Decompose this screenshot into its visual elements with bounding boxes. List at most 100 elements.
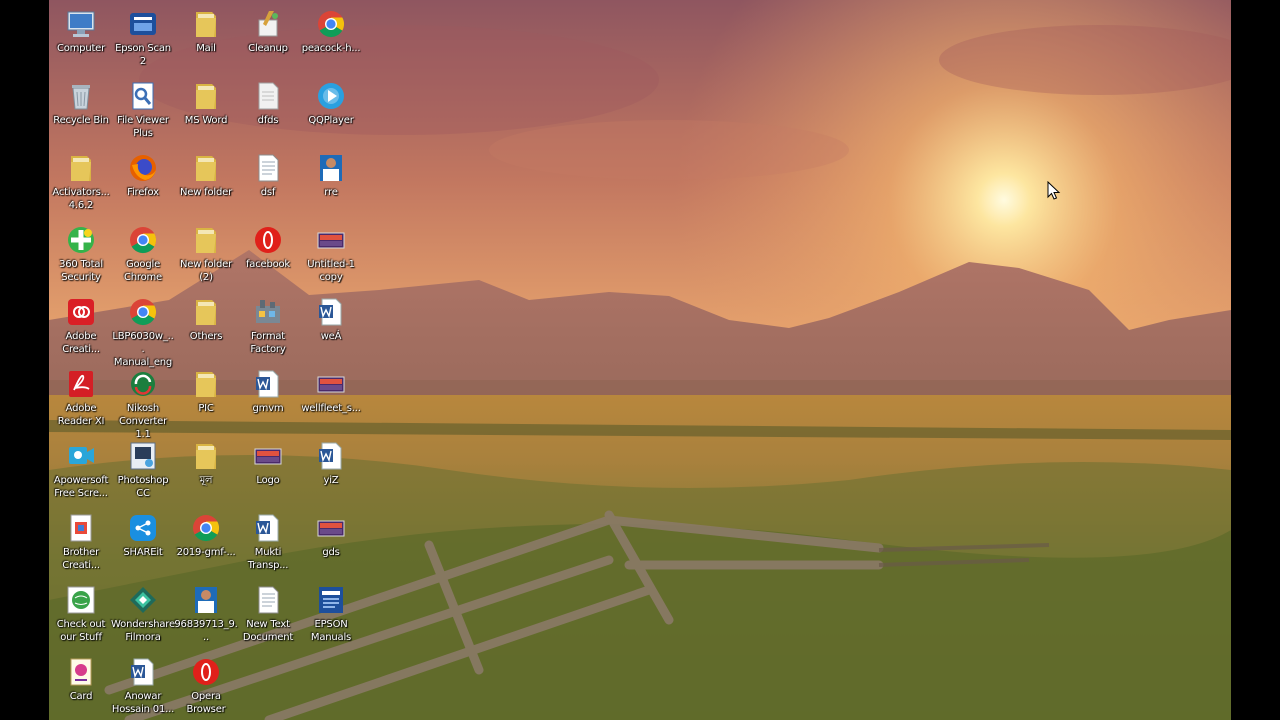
folder-icon [196, 228, 216, 253]
chrome-icon [318, 11, 345, 38]
desktop-shortcut[interactable]: Brother Creati... [49, 510, 113, 580]
desktop-shortcut[interactable]: Check out our Stuff [49, 582, 113, 652]
desktop-shortcut[interactable]: Mukti Transp... [236, 510, 300, 580]
desktop-shortcut[interactable]: Card [49, 654, 113, 720]
folder-icon [196, 372, 216, 397]
desktop-shortcut[interactable]: Mail [174, 6, 238, 76]
adobe-cc-icon [68, 299, 94, 325]
shortcut-label: peacock-h... [301, 43, 361, 54]
shortcut-label: 2019-gmf-... [176, 547, 236, 558]
shortcut-label: facebook [245, 259, 291, 270]
folder-icon [196, 444, 216, 469]
desktop-shortcut[interactable]: New folder [174, 150, 238, 220]
shortcut-label: Mail [196, 43, 216, 54]
image-file-icon [317, 520, 345, 537]
desktop-shortcut[interactable]: Format Factory [236, 294, 300, 364]
desktop-shortcut[interactable]: gmvm [236, 366, 300, 436]
shortcut-label: weÁ [320, 331, 342, 342]
desktop-shortcut[interactable]: Nikosh Converter 1.1 [111, 366, 175, 440]
folder-icon [196, 156, 216, 181]
desktop-shortcut[interactable]: Anowar Hossain 01... [111, 654, 175, 720]
desktop-shortcut[interactable]: Activators... 4.6.2 [49, 150, 113, 220]
photo-icon [195, 587, 217, 613]
opera-icon [255, 227, 281, 253]
shortcut-label: Format Factory [250, 331, 286, 355]
desktop: Computer Epson Scan 2 Mail Cleanup peacock-h… [49, 0, 1231, 720]
desktop-shortcut[interactable]: Apowersoft Free Scre... [49, 438, 113, 508]
shortcut-label: Others [189, 331, 223, 342]
folder-icon [71, 156, 91, 181]
desktop-shortcut[interactable]: facebook [236, 222, 300, 292]
desktop-shortcut[interactable]: Adobe Reader XI [49, 366, 113, 436]
shortcut-label: dsf [260, 187, 276, 198]
desktop-shortcut[interactable]: peacock-h... [299, 6, 363, 76]
card-icon [70, 658, 92, 686]
shortcut-label: Apowersoft Free Scre... [53, 475, 109, 499]
shareit-icon [130, 515, 156, 541]
desktop-shortcut[interactable]: Firefox [111, 150, 175, 220]
shortcut-label: 96839713_9... [174, 619, 238, 643]
desktop-shortcut[interactable]: dsf [236, 150, 300, 220]
shortcut-label: EPSON Manuals [310, 619, 352, 643]
scanner-icon [130, 13, 156, 35]
desktop-shortcut[interactable]: Recycle Bin [49, 78, 113, 148]
desktop-shortcut[interactable]: Cleanup [236, 6, 300, 76]
shortcut-label: yiZ [323, 475, 339, 486]
shortcut-label: Adobe Reader XI [57, 403, 105, 427]
desktop-shortcut[interactable]: File Viewer Plus [111, 78, 175, 148]
chrome-icon [130, 227, 157, 254]
desktop-shortcut[interactable]: New folder (2) [174, 222, 238, 292]
desktop-shortcut[interactable]: Adobe Creati... [49, 294, 113, 364]
firefox-icon [130, 155, 156, 181]
shortcut-label: Firefox [127, 187, 159, 198]
desktop-shortcut[interactable]: gds [299, 510, 363, 580]
desktop-shortcut[interactable]: 360 Total Security [49, 222, 113, 292]
word-doc-icon [256, 514, 279, 542]
chrome-icon [130, 299, 157, 326]
desktop-shortcut[interactable]: Epson Scan 2 [111, 6, 175, 76]
left-letterbox [0, 0, 49, 720]
desktop-shortcut[interactable]: SHAREit [111, 510, 175, 580]
desktop-shortcut[interactable]: Logo [236, 438, 300, 508]
shortcut-label: 360 Total Security [59, 259, 103, 283]
desktop-shortcut[interactable]: LBP6030w_... Manual_eng [111, 294, 175, 368]
desktop-shortcut[interactable]: rre [299, 150, 363, 220]
desktop-shortcut[interactable]: wellfleet_s... [299, 366, 363, 436]
desktop-shortcut[interactable]: weÁ [299, 294, 363, 364]
desktop-shortcut[interactable]: MS Word [174, 78, 238, 148]
shortcut-label: Epson Scan 2 [115, 43, 171, 67]
desktop-shortcut[interactable]: Computer [49, 6, 113, 76]
shortcut-label: Adobe Creati... [62, 331, 100, 355]
desktop-shortcut[interactable]: 96839713_9... [174, 582, 238, 652]
word-doc-icon [256, 370, 279, 398]
desktop-shortcut[interactable]: New Text Document [236, 582, 300, 652]
opera-icon [193, 659, 219, 685]
desktop-shortcut[interactable]: PIC [174, 366, 238, 436]
desktop-shortcut[interactable]: dfds [236, 78, 300, 148]
desktop-shortcut[interactable]: yiZ [299, 438, 363, 508]
shortcut-label: Mukti Transp... [247, 547, 289, 571]
photoshop-icon [130, 442, 156, 470]
image-file-icon [317, 376, 345, 393]
desktop-shortcut[interactable]: মূল [174, 438, 238, 508]
desktop-shortcut[interactable]: Google Chrome [111, 222, 175, 292]
shortcut-label: dfds [257, 115, 279, 126]
desktop-shortcut[interactable]: Untitled-1 copy [299, 222, 363, 292]
desktop-shortcut[interactable]: Others [174, 294, 238, 364]
adobe-reader-icon [69, 371, 93, 397]
security-icon [68, 227, 94, 253]
desktop-shortcut[interactable]: 2019-gmf-... [174, 510, 238, 580]
desktop-shortcut[interactable]: Photoshop CC [111, 438, 175, 508]
qqplayer-icon [318, 83, 344, 109]
desktop-shortcut[interactable]: QQPlayer [299, 78, 363, 148]
shortcut-label: LBP6030w_... Manual_eng [112, 331, 174, 368]
cleanup-icon [258, 11, 278, 37]
shortcut-label: Google Chrome [123, 259, 163, 283]
shortcut-label: gds [322, 547, 340, 558]
desktop-shortcut[interactable]: Wondershare Filmora [111, 582, 175, 652]
word-doc-icon [131, 658, 154, 686]
shortcut-label: Opera Browser [186, 691, 226, 715]
desktop-shortcut[interactable]: EPSON Manuals [299, 582, 363, 652]
desktop-shortcut[interactable]: Opera Browser [174, 654, 238, 720]
shortcut-label: PIC [198, 403, 214, 414]
